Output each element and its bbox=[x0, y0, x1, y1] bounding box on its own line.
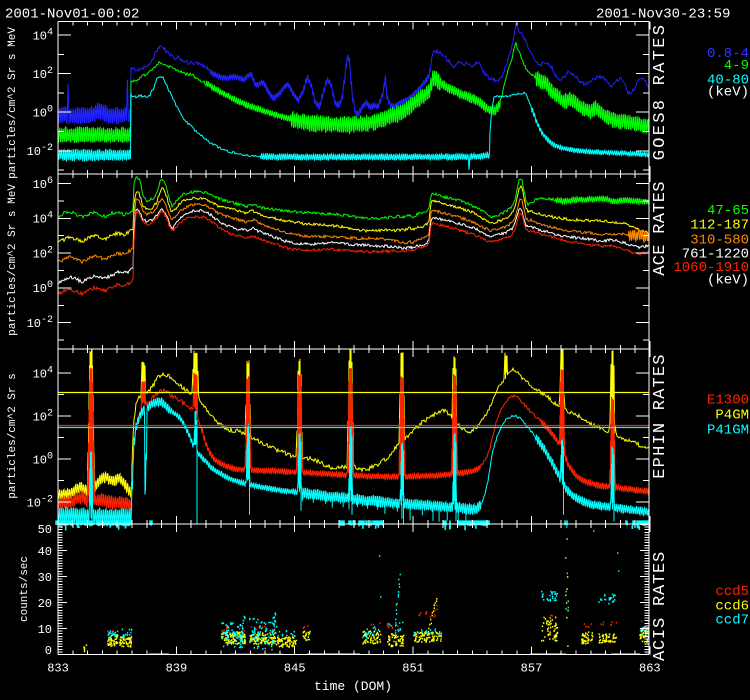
svg-text:2001-Nov30-23:59: 2001-Nov30-23:59 bbox=[596, 7, 730, 23]
svg-text:time (DOM): time (DOM) bbox=[314, 679, 392, 694]
svg-text:112-187: 112-187 bbox=[690, 218, 749, 234]
svg-text:845: 845 bbox=[284, 662, 306, 676]
svg-text:P4GM: P4GM bbox=[715, 408, 749, 424]
svg-text:833: 833 bbox=[47, 662, 69, 676]
svg-text:EPHIN RATES: EPHIN RATES bbox=[651, 353, 670, 478]
svg-text:E1300: E1300 bbox=[707, 393, 749, 409]
svg-text:P41GM: P41GM bbox=[707, 423, 749, 439]
svg-text:ACE RATES: ACE RATES bbox=[651, 181, 670, 276]
svg-text:2001-Nov01-00:02: 2001-Nov01-00:02 bbox=[5, 7, 139, 23]
svg-text:particles/cm^2 Sr s MeV: particles/cm^2 Sr s MeV bbox=[7, 184, 19, 336]
svg-text:20: 20 bbox=[38, 597, 52, 611]
svg-text:ACIS RATES: ACIS RATES bbox=[651, 551, 670, 661]
svg-text:857: 857 bbox=[521, 662, 543, 676]
svg-text:47-65: 47-65 bbox=[707, 203, 749, 219]
svg-text:40: 40 bbox=[38, 545, 52, 559]
svg-text:particles/cm^2 Sr s MeV: particles/cm^2 Sr s MeV bbox=[7, 27, 19, 179]
svg-text:851: 851 bbox=[402, 662, 424, 676]
svg-text:ccd7: ccd7 bbox=[715, 613, 749, 629]
svg-text:50: 50 bbox=[38, 523, 52, 537]
svg-text:counts/sec: counts/sec bbox=[19, 556, 31, 622]
svg-text:0: 0 bbox=[45, 644, 52, 658]
svg-text:GOES8 RATES: GOES8 RATES bbox=[651, 23, 670, 161]
svg-text:particles/cm^2 Sr s: particles/cm^2 Sr s bbox=[7, 373, 19, 498]
svg-text:839: 839 bbox=[166, 662, 188, 676]
svg-text:30: 30 bbox=[38, 571, 52, 585]
svg-text:10: 10 bbox=[38, 623, 52, 637]
svg-text:(keV): (keV) bbox=[707, 85, 749, 101]
svg-text:863: 863 bbox=[639, 662, 661, 676]
svg-text:(keV): (keV) bbox=[707, 273, 749, 289]
